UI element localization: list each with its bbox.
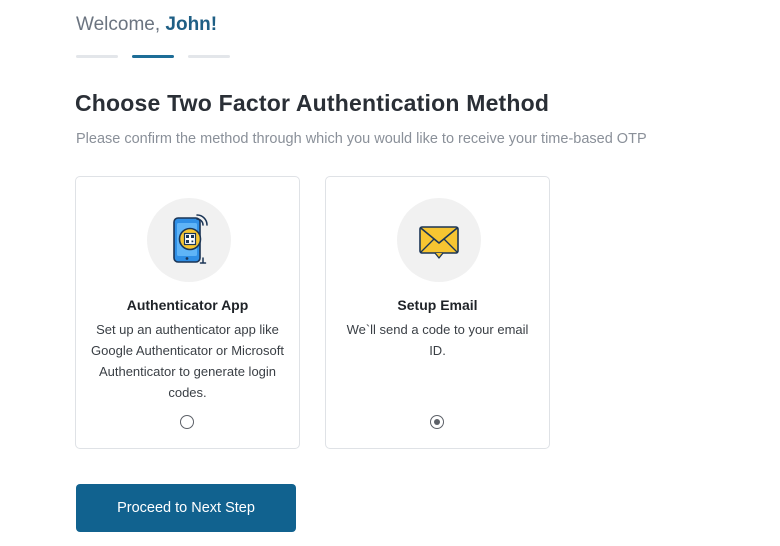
two-factor-setup-page: Welcome, John! Choose Two Factor Authent… — [0, 0, 780, 546]
setup-email-option-card[interactable]: Setup Email We`ll send a code to your em… — [325, 176, 550, 449]
envelope-icon — [419, 226, 459, 259]
authenticator-app-title: Authenticator App — [126, 297, 249, 313]
page-title: Choose Two Factor Authentication Method — [75, 90, 550, 116]
authenticator-app-option-card[interactable]: Authenticator App Set up an authenticato… — [75, 176, 300, 449]
setup-email-description: We`ll send a code to your email ID. — [346, 322, 529, 358]
authenticator-app-description: Set up an authenticator app like Google … — [91, 322, 284, 400]
authenticator-app-radio[interactable] — [180, 415, 194, 429]
step-indicator-1 — [76, 55, 118, 58]
setup-email-title: Setup Email — [397, 297, 478, 313]
welcome-heading: Welcome, John! — [76, 14, 217, 36]
page-subtitle: Please confirm the method through which … — [76, 131, 647, 147]
phone-qr-icon — [173, 214, 208, 264]
user-name: John! — [165, 14, 218, 35]
proceed-next-step-button[interactable]: Proceed to Next Step — [76, 484, 296, 532]
authenticator-icon-circle — [147, 198, 231, 282]
step-indicator-3 — [188, 55, 230, 58]
step-indicator-2 — [132, 55, 174, 58]
welcome-prefix: Welcome, — [76, 14, 166, 35]
email-icon-circle — [397, 198, 481, 282]
progress-stepper — [76, 55, 230, 58]
setup-email-radio[interactable] — [430, 415, 444, 429]
